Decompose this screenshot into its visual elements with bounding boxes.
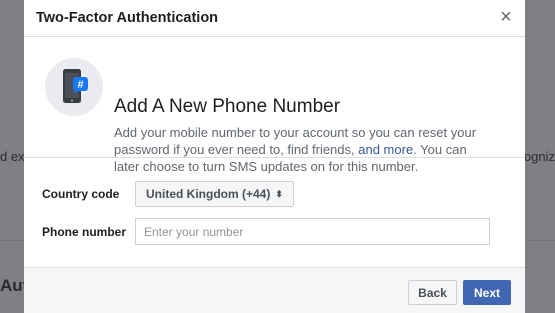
next-button[interactable]: Next bbox=[463, 280, 511, 305]
background-text-left: d ex bbox=[0, 149, 25, 164]
country-code-label: Country code bbox=[42, 187, 120, 201]
and-more-link[interactable]: and more bbox=[358, 142, 413, 157]
intro-heading: Add A New Phone Number bbox=[114, 96, 341, 117]
dialog-title: Two-Factor Authentication bbox=[36, 10, 219, 26]
phone-number-row: Phone number bbox=[42, 218, 490, 245]
two-factor-dialog: Two-Factor Authentication × # Add A New … bbox=[24, 0, 525, 313]
intro-description: Add your mobile number to your account s… bbox=[114, 125, 477, 174]
country-code-value: United Kingdom (+44) bbox=[146, 187, 271, 201]
svg-text:#: # bbox=[77, 79, 83, 91]
dialog-footer: Back Next bbox=[24, 267, 525, 313]
intro-section: # Add A New Phone Number Add your mobile… bbox=[24, 37, 525, 174]
dialog-header: Two-Factor Authentication bbox=[24, 0, 525, 37]
select-arrows-icon: ⬍ bbox=[275, 188, 283, 199]
phone-number-input[interactable] bbox=[135, 218, 490, 245]
back-button[interactable]: Back bbox=[408, 280, 457, 305]
country-code-select[interactable]: United Kingdom (+44) ⬍ bbox=[135, 181, 294, 207]
phone-number-label: Phone number bbox=[42, 224, 127, 239]
close-icon[interactable]: × bbox=[497, 7, 515, 27]
country-code-row: Country code United Kingdom (+44) ⬍ bbox=[42, 181, 294, 207]
phone-hashtag-icon: # bbox=[45, 58, 103, 116]
